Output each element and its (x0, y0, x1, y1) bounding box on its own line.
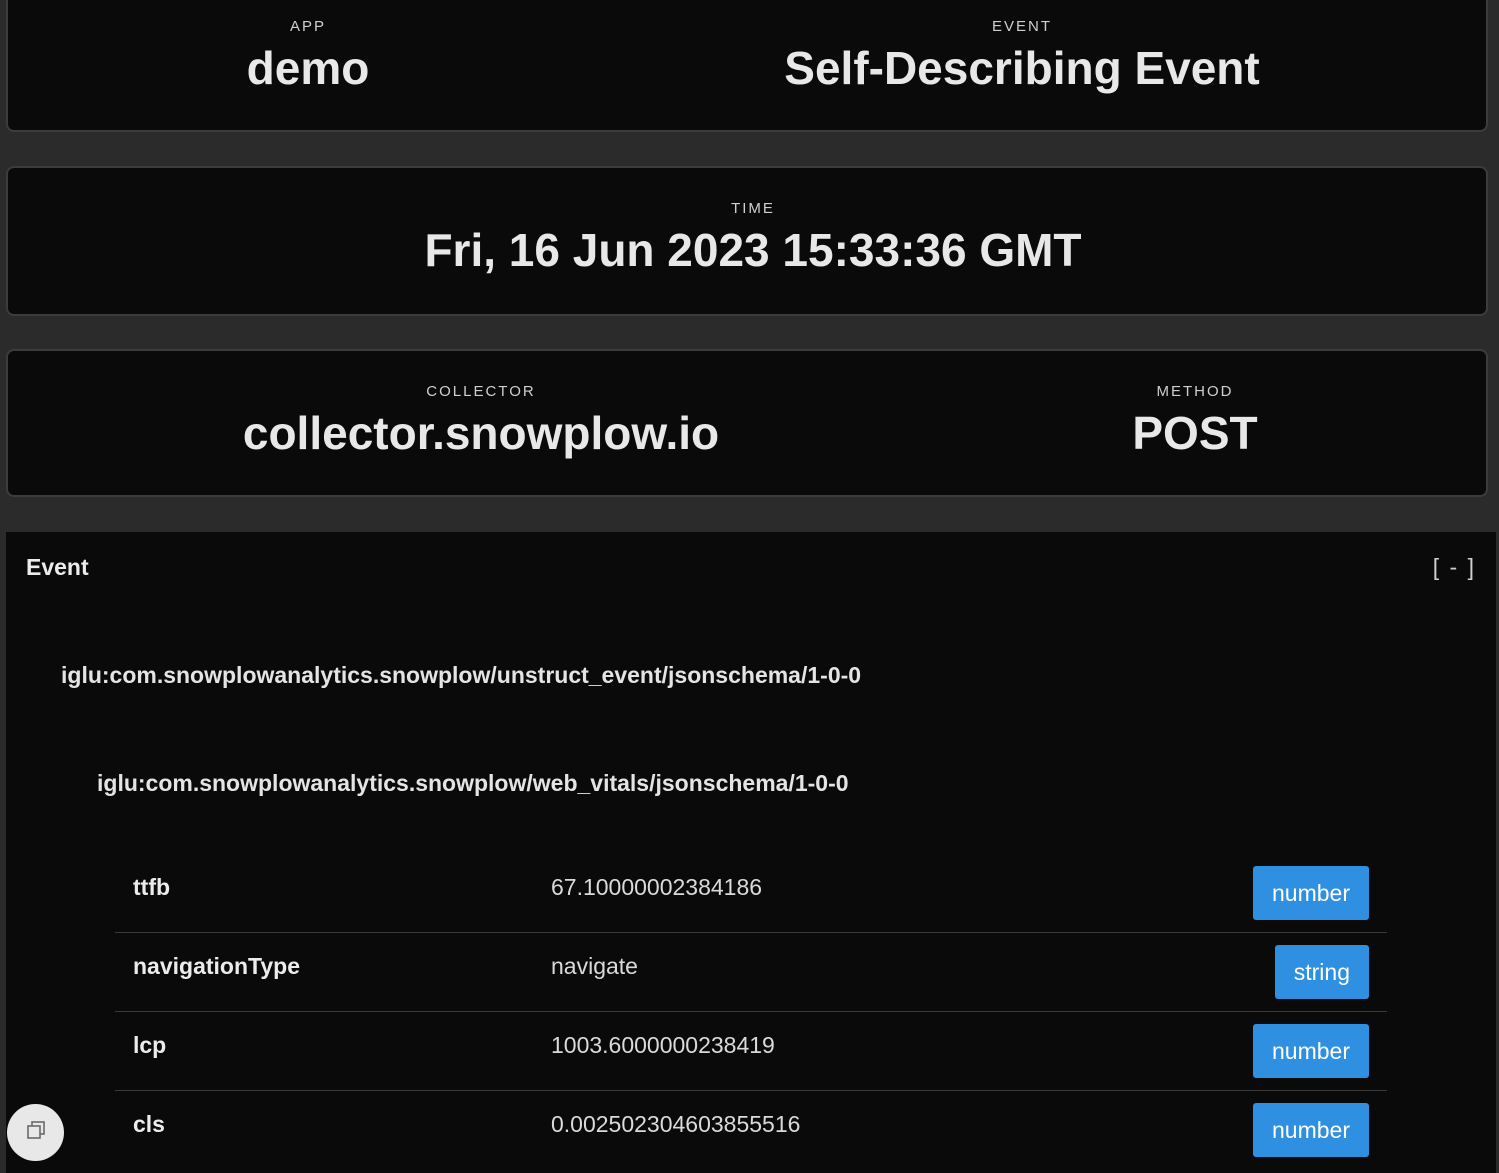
time-field: TIME Fri, 16 Jun 2023 15:33:36 GMT (424, 200, 1081, 277)
app-label: APP (289, 18, 326, 35)
summary-card-time: TIME Fri, 16 Jun 2023 15:33:36 GMT (6, 166, 1488, 316)
collector-value: collector.snowplow.io (242, 407, 720, 459)
time-value: Fri, 16 Jun 2023 15:33:36 GMT (424, 224, 1082, 276)
property-value: 0.002502304603855516 (551, 1111, 801, 1137)
app-value: demo (246, 42, 370, 94)
type-badge: number (1253, 1103, 1369, 1157)
collapse-toggle[interactable]: [ - ] (1433, 554, 1476, 581)
event-field: EVENT Self-Describing Event (784, 18, 1259, 95)
method-value: POST (1132, 407, 1258, 459)
property-table: ttfb 67.10000002384186 number navigation… (115, 854, 1387, 1169)
type-badge: number (1253, 866, 1369, 920)
copy-icon (25, 1119, 47, 1146)
event-label: EVENT (991, 18, 1053, 35)
property-value: 1003.6000000238419 (551, 1032, 775, 1058)
property-key: ttfb (133, 874, 171, 900)
table-row: lcp 1003.6000000238419 number (115, 1012, 1387, 1091)
event-panel-title: Event (26, 554, 89, 580)
time-label: TIME (731, 200, 775, 217)
property-value: navigate (551, 953, 638, 979)
copy-button[interactable] (7, 1104, 64, 1161)
type-badge: number (1253, 1024, 1369, 1078)
property-key: navigationType (133, 953, 300, 979)
table-row: ttfb 67.10000002384186 number (115, 854, 1387, 933)
table-row: cls 0.002502304603855516 number (115, 1091, 1387, 1169)
property-key: lcp (133, 1032, 167, 1058)
app-field: APP demo (247, 18, 370, 95)
method-label: METHOD (1156, 383, 1234, 400)
type-badge: string (1274, 945, 1369, 999)
summary-card-app-event: APP demo EVENT Self-Describing Event (6, 0, 1488, 132)
outer-schema: iglu:com.snowplowanalytics.snowplow/unst… (61, 662, 862, 688)
event-panel: Event [ - ] iglu:com.snowplowanalytics.s… (6, 532, 1496, 1173)
inner-schema: iglu:com.snowplowanalytics.snowplow/web_… (97, 770, 849, 796)
event-value: Self-Describing Event (784, 42, 1260, 94)
collector-field: COLLECTOR collector.snowplow.io (243, 383, 719, 460)
summary-card-collector-method: COLLECTOR collector.snowplow.io METHOD P… (6, 349, 1488, 497)
table-row: navigationType navigate string (115, 933, 1387, 1012)
property-value: 67.10000002384186 (551, 874, 763, 900)
collector-label: COLLECTOR (426, 383, 536, 400)
method-field: METHOD POST (1132, 383, 1257, 460)
property-key: cls (133, 1111, 165, 1137)
